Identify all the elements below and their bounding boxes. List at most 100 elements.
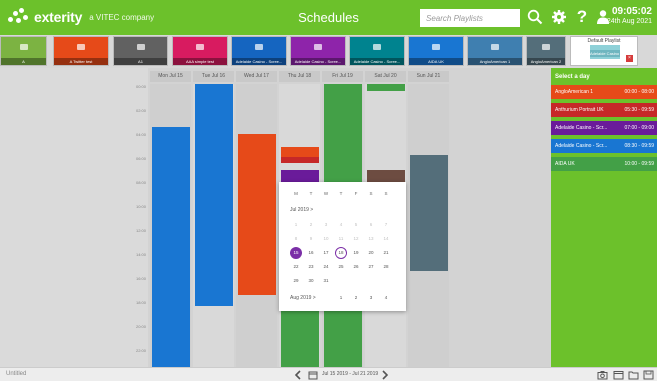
- time-label: 10:00: [135, 204, 146, 209]
- month-jul-link[interactable]: Jul 2019 >: [290, 207, 313, 213]
- calendar-day[interactable]: 7: [380, 219, 392, 231]
- schedule-name[interactable]: Untitled: [6, 371, 26, 377]
- weekday-label: S: [384, 191, 388, 196]
- day-panel-item[interactable]: Adelaide Casino - Scr... 07:00 - 09:00: [551, 121, 657, 135]
- help-button[interactable]: ?: [572, 7, 592, 27]
- screenshot-button[interactable]: [596, 369, 608, 381]
- calendar-day[interactable]: 20: [365, 247, 377, 259]
- schedule-event[interactable]: [281, 157, 319, 163]
- prev-week-button[interactable]: [292, 369, 304, 381]
- next-week-button[interactable]: [379, 369, 391, 381]
- calendar-day[interactable]: 17: [320, 247, 332, 259]
- calendar-day[interactable]: 3: [320, 219, 332, 231]
- schedule-event[interactable]: [410, 155, 448, 271]
- day-header[interactable]: Sun Jul 21: [408, 71, 449, 82]
- day-header[interactable]: Fri Jul 19: [322, 71, 363, 82]
- calendar-day[interactable]: 28: [380, 261, 392, 273]
- playlist-thumb[interactable]: AAA simple test: [172, 36, 228, 66]
- schedule-event[interactable]: [281, 147, 319, 157]
- calendar-day[interactable]: 26: [350, 261, 362, 273]
- calendar-day[interactable]: 29: [290, 275, 302, 287]
- day-panel-item[interactable]: AngloAmerican 1 00:00 - 08:00: [551, 85, 657, 99]
- schedule-event[interactable]: [281, 170, 319, 182]
- playlist-thumb[interactable]: Adelaide Casino - Scree...: [231, 36, 287, 66]
- calendar-day[interactable]: 13: [365, 233, 377, 245]
- settings-button[interactable]: [549, 7, 569, 27]
- search-button[interactable]: [525, 7, 545, 27]
- time-label: 06:00: [135, 156, 146, 161]
- calendar-day[interactable]: 6: [365, 219, 377, 231]
- playlist-thumb[interactable]: AIDA UK: [408, 36, 464, 66]
- calendar-day[interactable]: 8: [290, 233, 302, 245]
- playlist-thumb[interactable]: A: [0, 36, 47, 66]
- playlist-thumb[interactable]: Adelaide Casino - Scree...: [290, 36, 346, 66]
- schedule-event[interactable]: [367, 84, 405, 91]
- calendar-day[interactable]: 11: [335, 233, 347, 245]
- calendar-day[interactable]: 1: [290, 219, 302, 231]
- month-aug-link[interactable]: Aug 2019 >: [290, 295, 316, 301]
- open-button[interactable]: [627, 369, 639, 381]
- chevron-right-icon: [382, 370, 389, 380]
- schedule-event[interactable]: [152, 127, 190, 367]
- calendar-day[interactable]: 1: [335, 292, 347, 304]
- calendar-day[interactable]: 2: [350, 292, 362, 304]
- day-header[interactable]: Wed Jul 17: [236, 71, 277, 82]
- calendar-day[interactable]: 16: [305, 247, 317, 259]
- schedule-event[interactable]: [195, 84, 233, 306]
- calendar-day[interactable]: 4: [380, 292, 392, 304]
- search-icon: [527, 9, 543, 25]
- calendar-day[interactable]: 10: [320, 233, 332, 245]
- day-panel-header: Select a day: [555, 74, 590, 80]
- calendar-day[interactable]: 9: [305, 233, 317, 245]
- time-column: 00:00 02:00 04:00 06:00 08:00 10:00 12:0…: [0, 68, 148, 367]
- calendar-day[interactable]: 23: [305, 261, 317, 273]
- calendar-day[interactable]: 24: [320, 261, 332, 273]
- calendar-day[interactable]: 21: [380, 247, 392, 259]
- calendar-day[interactable]: 19: [350, 247, 362, 259]
- time-label: 02:00: [135, 108, 146, 113]
- day-header[interactable]: Tue Jul 16: [193, 71, 234, 82]
- time-label: 16:00: [135, 276, 146, 281]
- day-panel-item[interactable]: Anthurium Portrait UK 05:30 - 09:59: [551, 103, 657, 117]
- weekday-label: S: [369, 191, 373, 196]
- playlist-thumb[interactable]: A1: [113, 36, 168, 66]
- calendar-day[interactable]: 14: [380, 233, 392, 245]
- week-calendar: 00:00 02:00 04:00 06:00 08:00 10:00 12:0…: [0, 68, 551, 367]
- default-playlist-thumb[interactable]: Default Playlist Adelaide Casino - Scre.…: [570, 36, 638, 66]
- search-input[interactable]: [420, 9, 520, 27]
- calendar-day[interactable]: 4: [335, 219, 347, 231]
- calendar-day[interactable]: 3: [365, 292, 377, 304]
- schedule-event[interactable]: [281, 311, 319, 367]
- day-panel-item[interactable]: AIDA UK 10:00 - 09:59: [551, 157, 657, 171]
- calendar-day[interactable]: 22: [290, 261, 302, 273]
- day-panel-item[interactable]: Adelaide Casino - Scr... 08:30 - 09:59: [551, 139, 657, 153]
- calendar-day[interactable]: 30: [305, 275, 317, 287]
- gear-icon: [552, 10, 566, 24]
- playlist-thumb[interactable]: Adelaide Casino - Scree...: [349, 36, 405, 66]
- day-header[interactable]: Mon Jul 15: [150, 71, 191, 82]
- playlist-thumb[interactable]: A Twitter test: [53, 36, 109, 66]
- schedule-event[interactable]: [238, 134, 276, 295]
- day-header[interactable]: Thu Jul 18: [279, 71, 320, 82]
- time-label: 04:00: [135, 132, 146, 137]
- playlist-thumb[interactable]: AngloAmerican 1: [467, 36, 523, 66]
- calendar-day[interactable]: 18: [335, 247, 347, 259]
- calendar-day[interactable]: 25: [335, 261, 347, 273]
- day-panel: Select a day AngloAmerican 1 00:00 - 08:0…: [551, 68, 657, 367]
- calendar-day[interactable]: 12: [350, 233, 362, 245]
- calendar-day[interactable]: 27: [365, 261, 377, 273]
- new-schedule-button[interactable]: [612, 369, 624, 381]
- calendar-button[interactable]: [307, 369, 319, 381]
- delete-icon[interactable]: ×: [626, 55, 633, 62]
- date-picker: M T W T F S S Jul 2019 > 1 2 3 4 5 6 7 8 9 10 11 12…: [279, 182, 406, 311]
- calendar-day[interactable]: 2: [305, 219, 317, 231]
- save-button[interactable]: [642, 369, 654, 381]
- camera-icon: [597, 371, 607, 380]
- calendar-day[interactable]: 15: [290, 247, 302, 259]
- calendar-day[interactable]: 5: [350, 219, 362, 231]
- calendar-day[interactable]: 31: [320, 275, 332, 287]
- weekday-label: T: [339, 191, 343, 196]
- playlist-thumb[interactable]: AngloAmerican 2: [526, 36, 566, 66]
- day-header[interactable]: Sat Jul 20: [365, 71, 406, 82]
- time-label: 12:00: [135, 228, 146, 233]
